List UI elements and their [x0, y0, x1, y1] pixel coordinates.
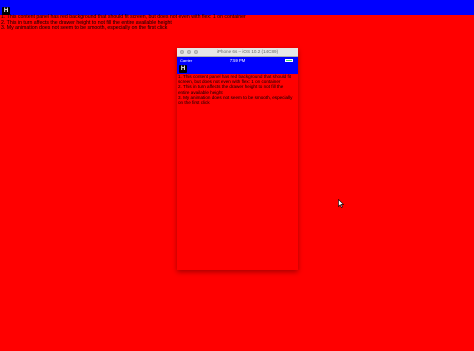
- battery-icon: [285, 59, 293, 62]
- simulator-window[interactable]: iPhone 6s – iOS 10.2 (14C89) Carrier 7:5…: [177, 48, 298, 270]
- phone-note-item: 3. My animation does not seem to be smoo…: [178, 94, 293, 106]
- top-bar: H: [0, 0, 474, 15]
- status-time: 7:59 PM: [229, 58, 246, 63]
- close-window-button[interactable]: [180, 50, 184, 54]
- phone-status-bar: Carrier 7:59 PM: [177, 57, 298, 64]
- simulator-titlebar[interactable]: iPhone 6s – iOS 10.2 (14C89): [177, 48, 298, 57]
- phone-note-item: 2. This in turn affects the drawer heigh…: [178, 84, 284, 95]
- zoom-window-button[interactable]: [194, 50, 198, 54]
- phone-header-bar: H: [177, 64, 298, 74]
- phone-issue-notes: 1. This content panel has red background…: [177, 74, 297, 105]
- note-item: 3. My animation does not seem to be smoo…: [1, 25, 168, 31]
- simulator-title: iPhone 6s – iOS 10.2 (14C89): [216, 49, 279, 54]
- mouse-pointer-icon: [338, 199, 344, 208]
- phone-note-item: 1. This content panel has red background…: [178, 74, 292, 85]
- phone-drawer-toggle-button[interactable]: H: [179, 65, 187, 73]
- issue-notes: 1. This content panel has red background…: [1, 14, 246, 32]
- minimize-window-button[interactable]: [187, 50, 191, 54]
